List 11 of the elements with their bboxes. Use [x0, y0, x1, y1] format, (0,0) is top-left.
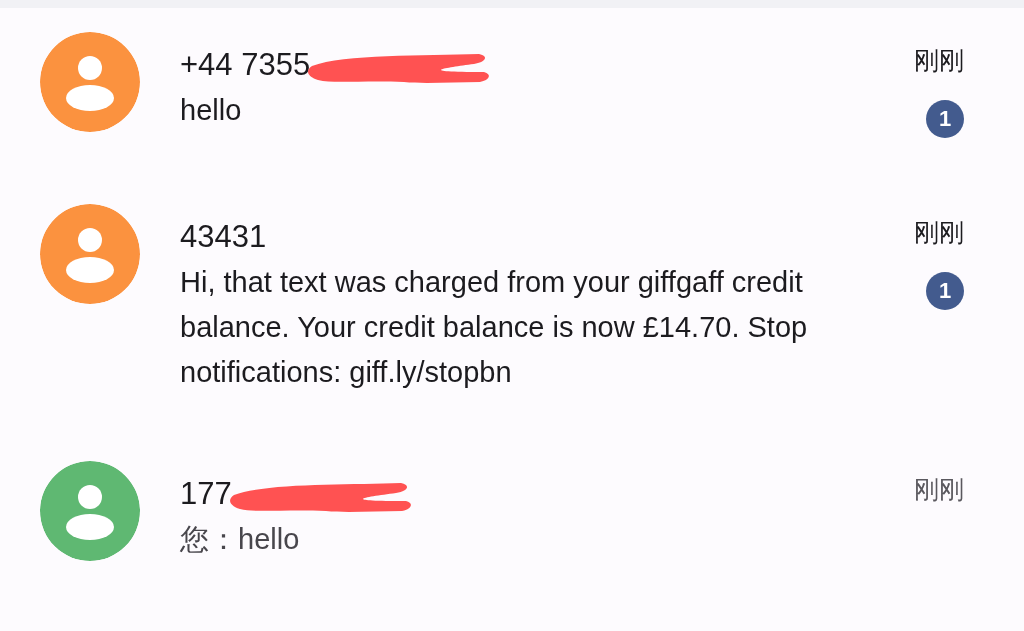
- message-preview: Hi, that text was charged from your giffgaff credit balance. Your credit balance is now £14.70. Stop notifications: giff.ly/stopbn: [180, 265, 809, 390]
- message-preview: hello: [180, 93, 243, 128]
- timestamp: 刚刚: [914, 45, 964, 77]
- unread-count: 1: [926, 272, 964, 310]
- contact-name: +44 7355: [180, 47, 311, 82]
- contact-name: 43431: [180, 219, 267, 254]
- timestamp: 刚刚: [914, 217, 964, 249]
- timestamp: 刚刚: [914, 474, 964, 506]
- message-preview: 您：hello: [180, 522, 301, 557]
- contact-name: 177: [180, 476, 232, 511]
- unread-count: 1: [926, 100, 964, 138]
